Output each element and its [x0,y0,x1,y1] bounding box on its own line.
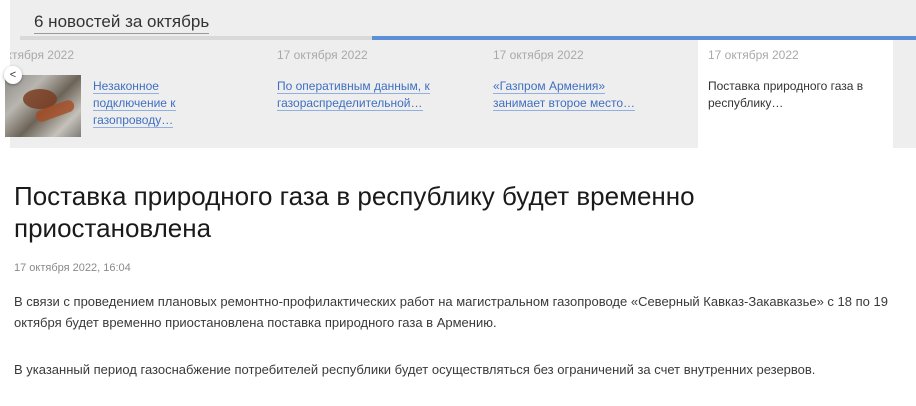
news-card-link[interactable]: По оперативным данным, к газораспределит… [277,78,452,112]
news-card-3[interactable]: 17 октября 2022 «Газпром Армения» занима… [488,40,688,148]
news-card-link[interactable]: Незаконное подключение к газопроводу… [93,78,193,129]
news-card-link[interactable]: «Газпром Армения» занимает второе место… [493,78,653,112]
news-count-header[interactable]: 6 новостей за октябрь [34,12,210,34]
article-paragraph-1: В связи с проведением плановых ремонтно-… [14,294,888,330]
news-card-thumbnail[interactable] [5,75,81,137]
news-card-4-active[interactable]: 17 октября 2022 Поставка природного газа… [698,40,893,148]
news-strip: 6 новостей за октябрь октября 2022 Незак… [10,0,916,148]
news-card-date: 17 октября 2022 [493,48,584,62]
article-date: 17 октября 2022, 16:04 [14,262,131,274]
article-title: Поставка природного газа в республику бу… [14,181,695,243]
news-card-date: октября 2022 [10,48,74,62]
news-card-date: 17 октября 2022 [277,48,368,62]
news-card-date: 17 октября 2022 [708,48,799,62]
news-card-2[interactable]: 17 октября 2022 По оперативным данным, к… [272,40,472,148]
news-count-label[interactable]: 6 новостей за октябрь [34,12,210,34]
news-card-link[interactable]: Поставка природного газа в республику… [708,78,883,112]
article-paragraph-2: В указанный период газоснабжение потреби… [14,362,816,377]
carousel-prev-button[interactable]: < [4,66,22,84]
